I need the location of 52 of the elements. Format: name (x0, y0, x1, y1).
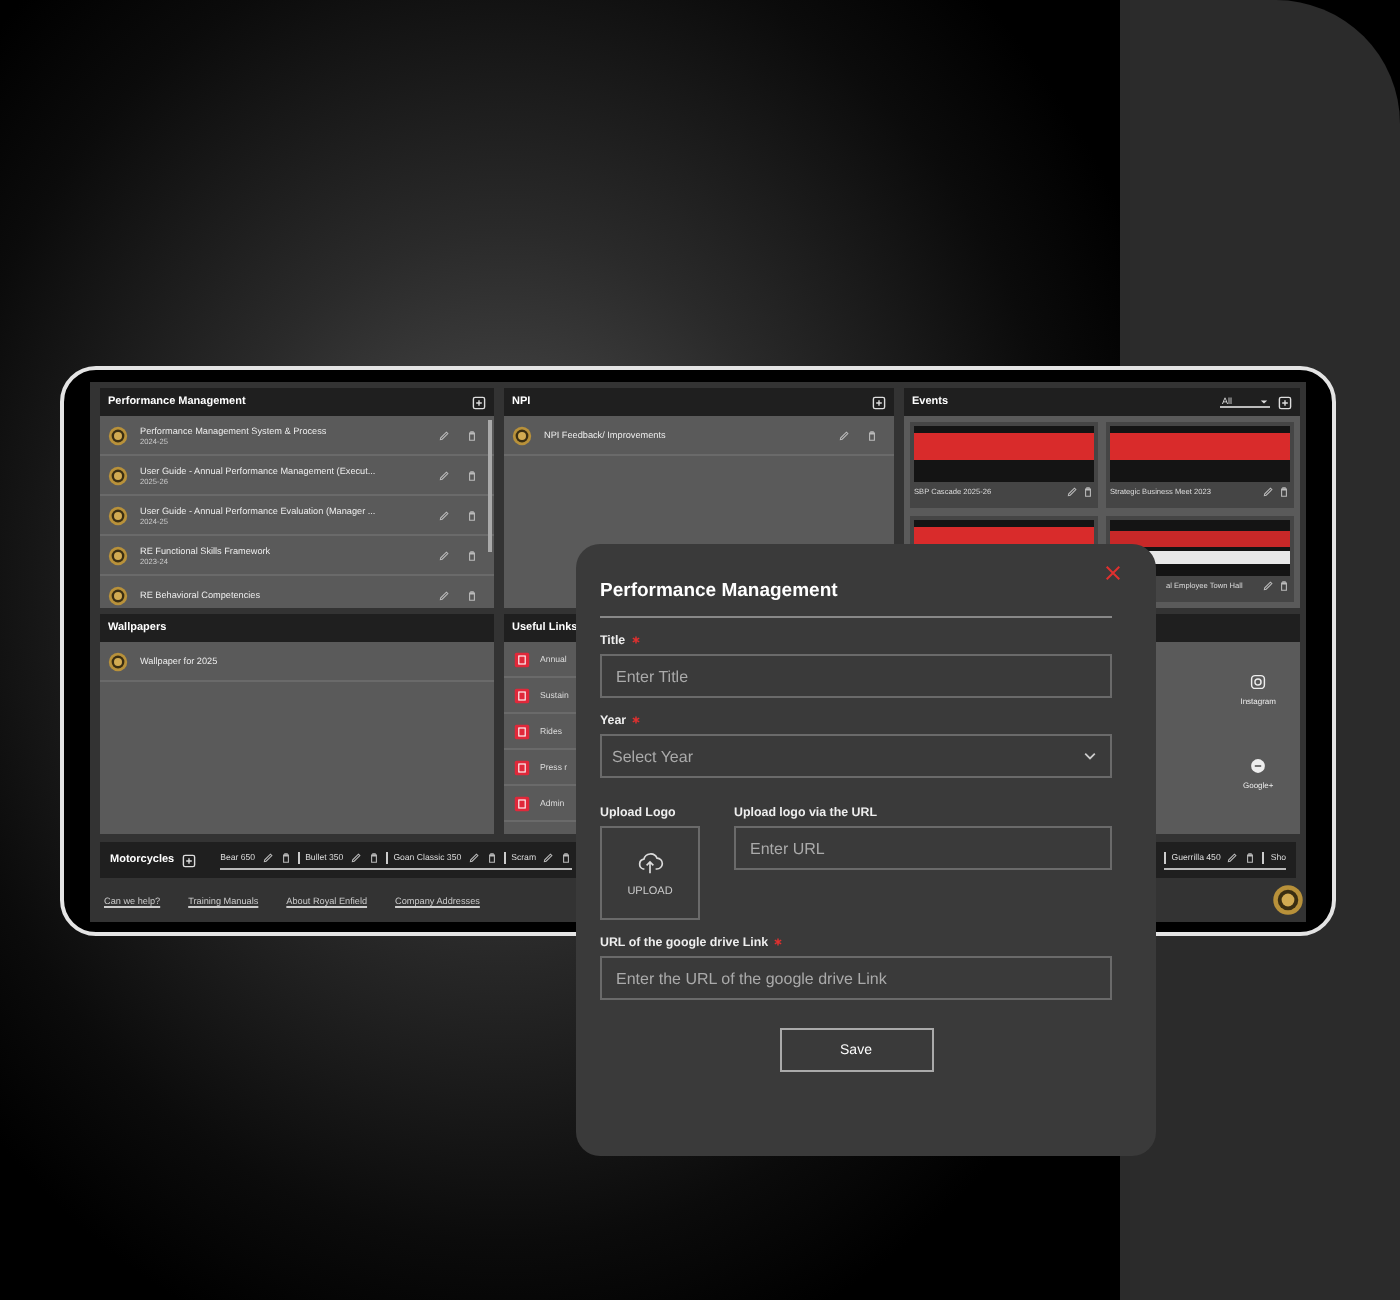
emblem-icon (512, 425, 532, 445)
document-icon (514, 795, 530, 811)
delete-icon[interactable] (466, 549, 478, 561)
document-icon (514, 759, 530, 775)
edit-icon[interactable] (1262, 486, 1274, 499)
add-icon[interactable] (472, 395, 486, 409)
emblem-icon[interactable] (1272, 884, 1304, 917)
delete-icon[interactable] (560, 851, 573, 864)
input-field[interactable]: Enter Title (600, 654, 1112, 698)
input-field[interactable]: Enter the URL of the google drive Link (600, 956, 1112, 1000)
delete-icon[interactable] (1278, 486, 1290, 499)
emblem-icon (108, 651, 128, 671)
edit-icon[interactable] (349, 851, 362, 864)
edit-icon[interactable] (261, 851, 274, 864)
caret-icon (1260, 397, 1268, 405)
cloud-upload-icon (636, 848, 664, 876)
document-icon (514, 687, 530, 703)
edit-icon[interactable] (467, 851, 480, 864)
delete-icon[interactable] (1278, 580, 1290, 593)
close-icon[interactable] (1104, 564, 1122, 582)
edit-icon[interactable] (1066, 486, 1078, 499)
delete-icon[interactable] (466, 469, 478, 481)
chevron-icon (1082, 748, 1098, 764)
edit-icon[interactable] (1262, 580, 1274, 593)
delete-icon[interactable] (1082, 486, 1094, 499)
add-icon[interactable] (872, 395, 886, 409)
scrollbar[interactable] (488, 420, 492, 552)
edit-icon[interactable] (438, 589, 450, 601)
edit-icon[interactable] (1226, 851, 1239, 864)
delete-icon[interactable] (367, 851, 380, 864)
input-field[interactable]: Enter URL (734, 826, 1112, 870)
delete-icon[interactable] (279, 851, 292, 864)
delete-icon[interactable] (466, 589, 478, 601)
modal-title: Performance Management (600, 572, 1112, 618)
circle-icon (1250, 758, 1267, 774)
delete-icon[interactable] (485, 851, 498, 864)
edit-icon[interactable] (438, 429, 450, 441)
delete-icon[interactable] (1244, 851, 1257, 864)
edit-icon[interactable] (838, 429, 850, 441)
delete-icon[interactable] (866, 429, 878, 441)
document-icon (514, 651, 530, 667)
add-icon[interactable] (1278, 395, 1292, 409)
delete-icon[interactable] (466, 509, 478, 521)
delete-icon[interactable] (466, 429, 478, 441)
edit-icon[interactable] (438, 469, 450, 481)
edit-icon[interactable] (542, 851, 555, 864)
select-field[interactable]: Select Year (600, 734, 1112, 778)
edit-icon[interactable] (438, 549, 450, 561)
document-icon (514, 723, 530, 739)
camera-icon (1250, 674, 1267, 690)
add-icon[interactable] (182, 853, 197, 868)
edit-icon[interactable] (438, 509, 450, 521)
